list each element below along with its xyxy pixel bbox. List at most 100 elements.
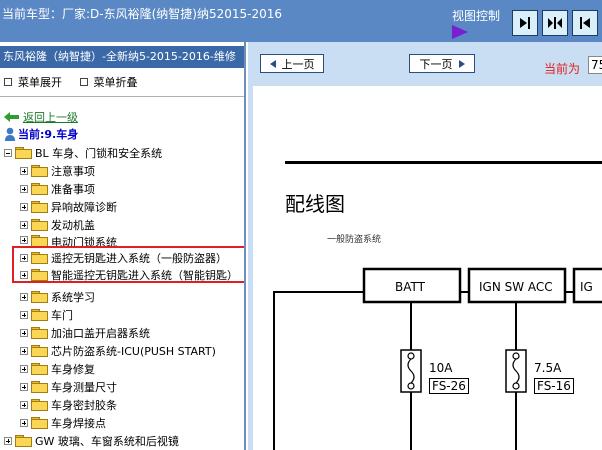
tree-item[interactable]: 系统学习 bbox=[20, 288, 95, 305]
ign-sw-acc-label: IGN SW ACC bbox=[479, 280, 553, 294]
tree-item[interactable]: 发动机盖 bbox=[20, 216, 95, 233]
batt-label: BATT bbox=[395, 280, 425, 294]
arrow-left-icon bbox=[269, 59, 276, 68]
tree-item-label: 注意事项 bbox=[51, 164, 95, 178]
current-node-label: 当前:9.车身 bbox=[18, 128, 79, 141]
tree-item-label: 芯片防盗系统-ICU(PUSH START) bbox=[51, 344, 216, 358]
folder-icon bbox=[31, 381, 48, 393]
tree-item-label: 系统学习 bbox=[51, 290, 95, 304]
view-left-panel-button[interactable] bbox=[572, 10, 598, 36]
folder-icon bbox=[15, 435, 32, 447]
tree-item[interactable]: 异响故障诊断 bbox=[20, 198, 117, 215]
back-arrow-icon bbox=[4, 112, 19, 122]
tree-item-label: GW 玻璃、车窗系统和后视镜 bbox=[35, 434, 179, 448]
checkbox-icon bbox=[79, 78, 88, 86]
wiring-diagram bbox=[273, 267, 602, 450]
tree-item-label: 车身焊接点 bbox=[51, 416, 106, 430]
expand-toggle-icon[interactable] bbox=[20, 292, 28, 301]
tree-next-group[interactable]: GW 玻璃、车窗系统和后视镜 bbox=[4, 432, 179, 449]
top-bar: 当前车型：厂家:D-东风裕隆(纳智捷)纳52015-2016 视图控制 bbox=[0, 0, 602, 42]
tree-item-label: 车身密封胶条 bbox=[51, 398, 117, 412]
folder-icon bbox=[31, 291, 48, 303]
back-link[interactable]: 返回上一级 bbox=[4, 109, 78, 125]
tree-item[interactable]: 电动门锁系统 bbox=[20, 234, 117, 246]
page-number-input[interactable] bbox=[588, 56, 602, 74]
fuse-terminal bbox=[512, 382, 520, 390]
expand-toggle-icon[interactable] bbox=[20, 364, 28, 373]
expand-toggle-icon[interactable] bbox=[20, 400, 28, 409]
tree-item[interactable]: 准备事项 bbox=[20, 180, 95, 197]
view-split-button[interactable] bbox=[542, 10, 568, 36]
expand-toggle-icon[interactable] bbox=[20, 166, 28, 175]
expand-toggle-icon[interactable] bbox=[4, 436, 12, 445]
current-node: 当前:9.车身 bbox=[4, 126, 78, 142]
prev-page-button[interactable]: 上一页 bbox=[260, 54, 324, 73]
expand-menu-label: 菜单展开 bbox=[18, 76, 62, 89]
car-model-title: 东风裕隆（纳智捷）-全新纳5-2015-2016-维修 bbox=[0, 46, 244, 68]
tree-item[interactable]: 车身修复 bbox=[20, 360, 95, 377]
tree-root-group[interactable]: BL 车身、门锁和安全系统 bbox=[4, 144, 162, 161]
left-tree-panel: 东风裕隆（纳智捷）-全新纳5-2015-2016-维修 菜单展开 菜单折叠 返回… bbox=[0, 42, 246, 450]
document-page: 配线图 一般防盗系统 BATT IGN SW ACC IG 10A FS-26 … bbox=[253, 86, 602, 450]
tree-item[interactable]: 车门 bbox=[20, 306, 73, 323]
expand-toggle-icon[interactable] bbox=[20, 418, 28, 427]
tree-item[interactable]: 加油口盖开启器系统 bbox=[20, 324, 150, 341]
folder-icon bbox=[31, 235, 48, 246]
tree-item-label: 准备事项 bbox=[51, 182, 95, 196]
current-page-label: 当前为 bbox=[544, 62, 581, 76]
collapse-right-icon bbox=[580, 17, 590, 29]
tree-item-label: 车身测量尺寸 bbox=[51, 380, 117, 394]
tree-item-label: 发动机盖 bbox=[51, 218, 95, 232]
folder-icon bbox=[31, 201, 48, 213]
tree-item-label: 电动门锁系统 bbox=[51, 236, 117, 246]
tree-item[interactable]: 车身测量尺寸 bbox=[20, 378, 117, 395]
expand-toggle-icon[interactable] bbox=[20, 202, 28, 211]
tree-item[interactable]: 芯片防盗系统-ICU(PUSH START) bbox=[20, 342, 216, 359]
folder-icon bbox=[15, 147, 32, 159]
user-icon bbox=[5, 127, 15, 141]
folder-icon bbox=[31, 399, 48, 411]
folder-icon bbox=[31, 345, 48, 357]
menu-controls: 菜单展开 菜单折叠 bbox=[4, 74, 152, 90]
tree-item-label: 异响故障诊断 bbox=[51, 200, 117, 214]
folder-icon bbox=[31, 309, 48, 321]
back-link-label: 返回上一级 bbox=[23, 111, 78, 124]
expand-menu-button[interactable]: 菜单展开 bbox=[4, 74, 62, 90]
expand-toggle-icon[interactable] bbox=[20, 346, 28, 355]
expand-toggle-icon[interactable] bbox=[20, 328, 28, 337]
expand-toggle-icon[interactable] bbox=[20, 220, 28, 229]
next-page-button[interactable]: 下一页 bbox=[409, 54, 475, 73]
prev-page-label: 上一页 bbox=[281, 57, 315, 71]
folder-icon bbox=[31, 219, 48, 231]
view-control-arrow-icon[interactable] bbox=[452, 25, 468, 39]
expand-toggle-icon[interactable] bbox=[20, 310, 28, 319]
tree-item[interactable]: 注意事项 bbox=[20, 162, 95, 179]
expand-toggle-icon[interactable] bbox=[20, 184, 28, 193]
document-viewer: 上一页 下一页 当前为 配线图 一般防盗系统 bbox=[248, 42, 602, 450]
next-page-label: 下一页 bbox=[419, 57, 453, 71]
folder-icon bbox=[31, 363, 48, 375]
fuse-terminal bbox=[407, 352, 415, 360]
split-view-icon bbox=[548, 17, 562, 29]
collapse-toggle-icon[interactable] bbox=[4, 148, 12, 157]
folder-icon bbox=[31, 417, 48, 429]
fuse-rating: 7.5A bbox=[534, 361, 562, 375]
checkbox-icon bbox=[4, 78, 12, 86]
view-control-label: 视图控制 bbox=[452, 9, 501, 23]
collapse-menu-button[interactable]: 菜单折叠 bbox=[79, 74, 138, 90]
tree-item-label: 加油口盖开启器系统 bbox=[51, 326, 150, 340]
folder-icon bbox=[31, 327, 48, 339]
tree-item[interactable]: 车身焊接点 bbox=[20, 414, 106, 431]
collapse-menu-label: 菜单折叠 bbox=[93, 76, 138, 89]
arrow-right-icon bbox=[458, 59, 465, 68]
folder-icon bbox=[31, 183, 48, 195]
folder-icon bbox=[31, 165, 48, 177]
highlight-box bbox=[12, 246, 244, 283]
tree-item-label: 车身修复 bbox=[51, 362, 95, 376]
tree-item-label: 车门 bbox=[51, 308, 73, 322]
expand-toggle-icon[interactable] bbox=[20, 236, 28, 244]
ig-label: IG bbox=[580, 280, 593, 294]
expand-toggle-icon[interactable] bbox=[20, 382, 28, 391]
tree-item[interactable]: 车身密封胶条 bbox=[20, 396, 117, 413]
view-right-panel-button[interactable] bbox=[512, 10, 538, 36]
